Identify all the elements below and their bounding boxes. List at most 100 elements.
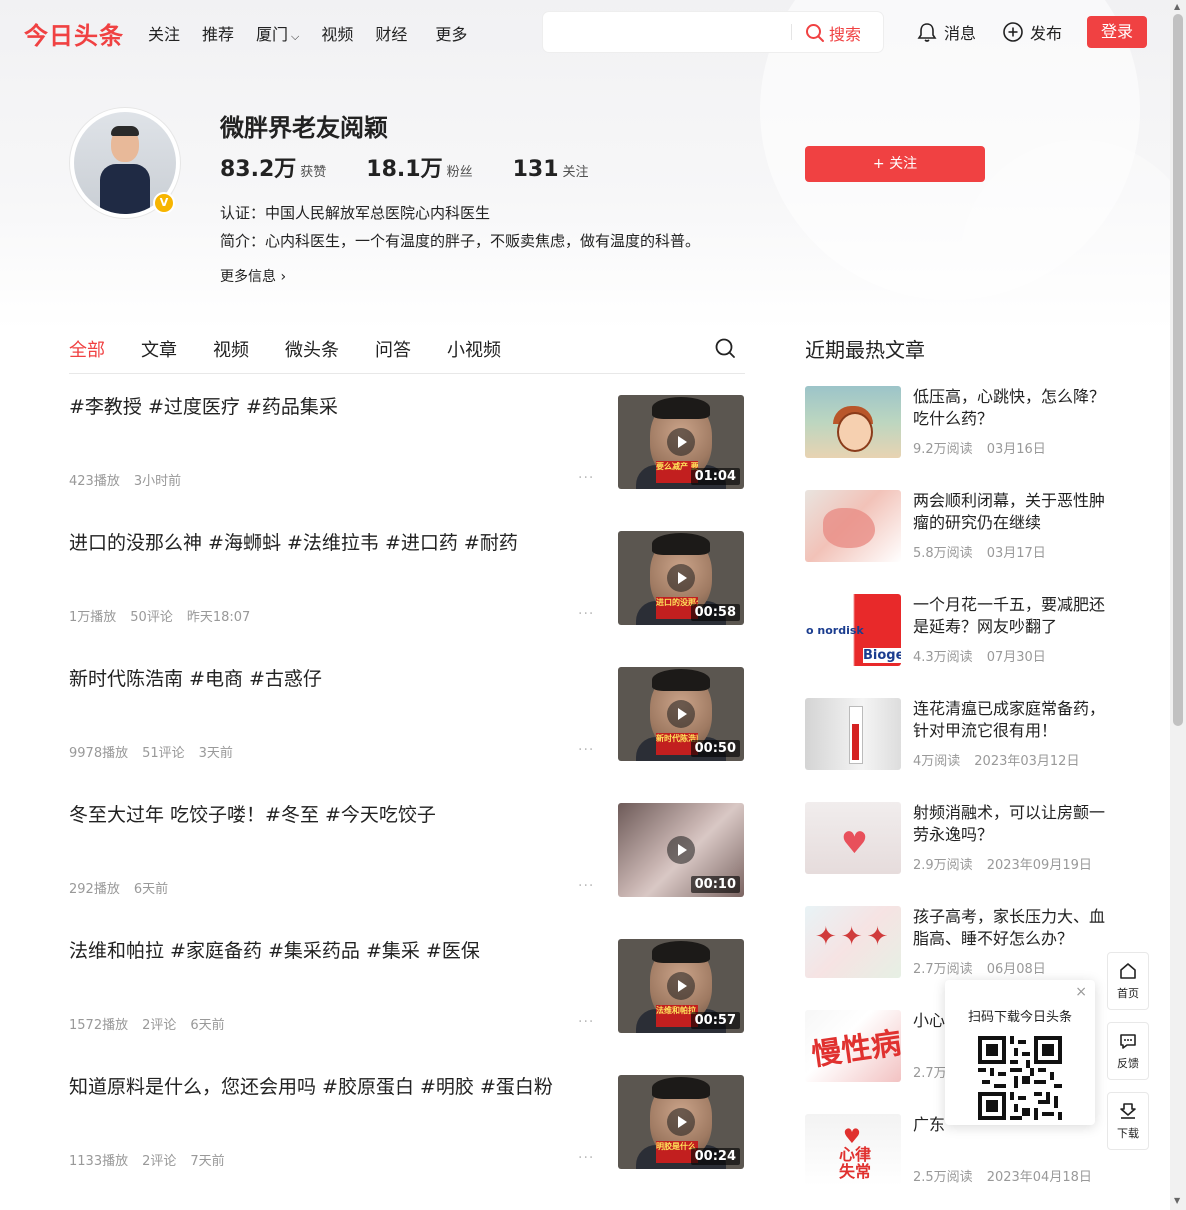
- video-thumbnail[interactable]: 新时代陈浩南 00:50: [618, 667, 744, 761]
- feed-item[interactable]: 冬至大过年 吃饺子喽！#冬至 #今天吃饺子 292播放 6天前 ··· 00:10: [69, 803, 745, 899]
- hot-article-title[interactable]: 孩子高考，家长压力大、血脂高、睡不好怎么办？: [913, 906, 1108, 950]
- stat-likes-number: 83.2万: [220, 157, 297, 182]
- tab-micro-posts[interactable]: 微头条: [285, 336, 339, 362]
- feed-item[interactable]: 进口的没那么神 #海蛳蚪 #法维拉韦 #进口药 #耐药 1万播放 50评论 昨天18…: [69, 531, 745, 627]
- scroll-up-arrow-icon[interactable]: ▲: [1174, 2, 1180, 11]
- hot-article-meta: 2.5万阅读 2023年04月18日: [913, 1166, 1106, 1185]
- more-options-icon[interactable]: ···: [578, 1150, 594, 1166]
- hot-article-meta: 4万阅读 2023年03月12日: [913, 750, 1093, 769]
- follow-button[interactable]: + 关注: [805, 146, 985, 182]
- hot-article-thumbnail[interactable]: [805, 386, 901, 458]
- nav-finance[interactable]: 财经: [375, 21, 407, 45]
- hot-article[interactable]: ♥ 射频消融术，可以让房颤一劳永逸吗？ 2.9万阅读 2023年09月19日: [805, 802, 1105, 874]
- search-input[interactable]: [553, 20, 787, 46]
- feed-item[interactable]: #李教授 #过度医疗 #药品集采 423播放 3小时前 ··· 要么减产 要么自主…: [69, 395, 745, 491]
- hot-article-thumbnail[interactable]: o nordisk Bioge: [805, 594, 901, 666]
- more-options-icon[interactable]: ···: [578, 1014, 594, 1030]
- nav-video[interactable]: 视频: [321, 21, 353, 45]
- hot-article[interactable]: ✦✦✦ 孩子高考，家长压力大、血脂高、睡不好怎么办？ 2.7万阅读 06月08日: [805, 906, 1105, 978]
- hot-article[interactable]: 低压高，心跳快，怎么降？吃什么药？ 9.2万阅读 03月16日: [805, 386, 1105, 458]
- tab-articles[interactable]: 文章: [141, 336, 177, 362]
- login-button[interactable]: 登录: [1087, 16, 1147, 48]
- more-options-icon[interactable]: ···: [578, 606, 594, 622]
- plus-circle-icon: [1003, 22, 1023, 42]
- publish-button[interactable]: 发布: [1002, 20, 1062, 44]
- more-options-icon[interactable]: ···: [578, 470, 594, 486]
- tab-videos[interactable]: 视频: [213, 336, 249, 362]
- hot-article-date: 06月08日: [986, 962, 1046, 977]
- stat-fans[interactable]: 18.1万 粉丝: [366, 151, 472, 183]
- hot-article-thumbnail[interactable]: ✦✦✦: [805, 906, 901, 978]
- more-options-icon[interactable]: ···: [578, 742, 594, 758]
- hot-article-title[interactable]: 一个月花一千五，要减肥还是延寿？网友吵翻了: [913, 594, 1108, 638]
- nav-more[interactable]: 更多: [435, 21, 467, 45]
- hot-article-title[interactable]: 低压高，心跳快，怎么降？吃什么药？: [913, 386, 1108, 430]
- feed-item-title[interactable]: 冬至大过年 吃饺子喽！#冬至 #今天吃饺子: [69, 802, 589, 828]
- video-thumbnail[interactable]: 00:10: [618, 803, 744, 897]
- hot-article-date: 03月16日: [986, 442, 1046, 457]
- profile-certification: 认证：中国人民解放军总医院心内科医生: [220, 204, 491, 222]
- hot-article-title[interactable]: 两会顺利闭幕，关于恶性肿瘤的研究仍在继续: [913, 490, 1108, 534]
- stat-following[interactable]: 131 关注: [513, 157, 589, 182]
- chevron-down-icon: ⌵: [291, 30, 300, 43]
- hot-article-meta: 2.9万阅读 2023年09月19日: [913, 854, 1106, 873]
- thumb-hair: [652, 941, 710, 963]
- hot-article[interactable]: o nordisk Bioge 一个月花一千五，要减肥还是延寿？网友吵翻了 4.3…: [805, 594, 1105, 666]
- feed-item-title[interactable]: 知道原料是什么，您还会用吗 #胶原蛋白 #明胶 #蛋白粉: [69, 1074, 589, 1100]
- thumb-text: 心律 失常: [835, 1146, 875, 1180]
- feedback-float-button[interactable]: 反馈: [1107, 1022, 1149, 1080]
- nav-follow[interactable]: 关注: [148, 21, 180, 45]
- tab-short-videos[interactable]: 小视频: [447, 336, 501, 362]
- hot-article[interactable]: 连花清瘟已成家庭常备药，针对甲流它很有用！ 4万阅读 2023年03月12日: [805, 698, 1105, 770]
- thumb-hair: [652, 669, 710, 691]
- scroll-down-arrow-icon[interactable]: ▼: [1174, 1196, 1180, 1205]
- feed-item-title[interactable]: 新时代陈浩南 #电商 #古惑仔: [69, 666, 589, 692]
- feed-item[interactable]: 知道原料是什么，您还会用吗 #胶原蛋白 #明胶 #蛋白粉 1133播放 2评论 7天…: [69, 1075, 745, 1171]
- hot-article-title[interactable]: 射频消融术，可以让房颤一劳永逸吗？: [913, 802, 1108, 846]
- video-thumbnail[interactable]: 法维和帕拉 00:57: [618, 939, 744, 1033]
- tab-all[interactable]: 全部: [69, 336, 105, 362]
- messages-button[interactable]: 消息: [916, 20, 976, 44]
- video-thumbnail[interactable]: 进口的没那么 00:58: [618, 531, 744, 625]
- tab-search-button[interactable]: [714, 337, 736, 363]
- scrollbar-thumb[interactable]: [1173, 14, 1183, 726]
- feed-item[interactable]: 新时代陈浩南 #电商 #古惑仔 9978播放 51评论 3天前 ··· 新时代陈浩南…: [69, 667, 745, 763]
- hot-article-thumbnail[interactable]: 慢性病: [805, 1010, 901, 1082]
- feed-item-title[interactable]: #李教授 #过度医疗 #药品集采: [69, 394, 589, 420]
- feed-item-time: 3天前: [198, 746, 233, 761]
- hot-article-thumbnail[interactable]: ♥: [805, 802, 901, 874]
- search-button[interactable]: 搜索: [805, 21, 861, 45]
- hot-article-reads: 2.9万阅读: [913, 858, 973, 873]
- tabs-divider: [69, 373, 745, 374]
- top-header: 今日头条 关注 推荐 厦门 ⌵ 视频 财经 更多 搜索 消息 发布 登录: [0, 0, 1170, 64]
- hot-article-title[interactable]: 连花清瘟已成家庭常备药，针对甲流它很有用！: [913, 698, 1108, 742]
- play-icon: [667, 700, 695, 728]
- video-duration: 00:50: [690, 740, 740, 757]
- home-float-button[interactable]: 首页: [1107, 952, 1149, 1010]
- hot-article[interactable]: 两会顺利闭幕，关于恶性肿瘤的研究仍在继续 5.8万阅读 03月17日: [805, 490, 1105, 562]
- toutiao-logo[interactable]: 今日头条: [24, 16, 124, 51]
- video-thumbnail[interactable]: 明胶是什么 00:24: [618, 1075, 744, 1169]
- hot-article-thumbnail[interactable]: [805, 698, 901, 770]
- tab-qa[interactable]: 问答: [375, 336, 411, 362]
- publish-label: 发布: [1030, 24, 1063, 43]
- feed-item[interactable]: 法维和帕拉 #家庭备药 #集采药品 #集采 #医保 1572播放 2评论 6天前 ·…: [69, 939, 745, 1035]
- nav-city[interactable]: 厦门 ⌵: [256, 21, 299, 45]
- download-float-button[interactable]: 下载: [1107, 1092, 1149, 1150]
- close-icon[interactable]: ×: [1075, 984, 1087, 1000]
- hot-article-thumbnail[interactable]: ♥ 心律 失常: [805, 1114, 901, 1186]
- play-icon: [667, 1108, 695, 1136]
- hot-article-reads: 9.2万阅读: [913, 442, 973, 457]
- feed-item-time: 7天前: [190, 1154, 225, 1169]
- profile-stats: 83.2万 获赞 18.1万 粉丝 131 关注: [220, 151, 629, 183]
- nav-recommend[interactable]: 推荐: [202, 21, 234, 45]
- feed-item-title[interactable]: 法维和帕拉 #家庭备药 #集采药品 #集采 #医保: [69, 938, 589, 964]
- hot-article-thumbnail[interactable]: [805, 490, 901, 562]
- feed-item-title[interactable]: 进口的没那么神 #海蛳蚪 #法维拉韦 #进口药 #耐药: [69, 530, 589, 556]
- page-scrollbar[interactable]: ▲ ▼: [1170, 0, 1186, 1210]
- feed-item-time: 6天前: [133, 882, 169, 897]
- verified-badge-icon: V: [153, 192, 175, 214]
- more-options-icon[interactable]: ···: [578, 878, 594, 894]
- video-thumbnail[interactable]: 要么减产 要么自主 01:04: [618, 395, 744, 489]
- more-info-link[interactable]: 更多信息 ›: [220, 266, 286, 286]
